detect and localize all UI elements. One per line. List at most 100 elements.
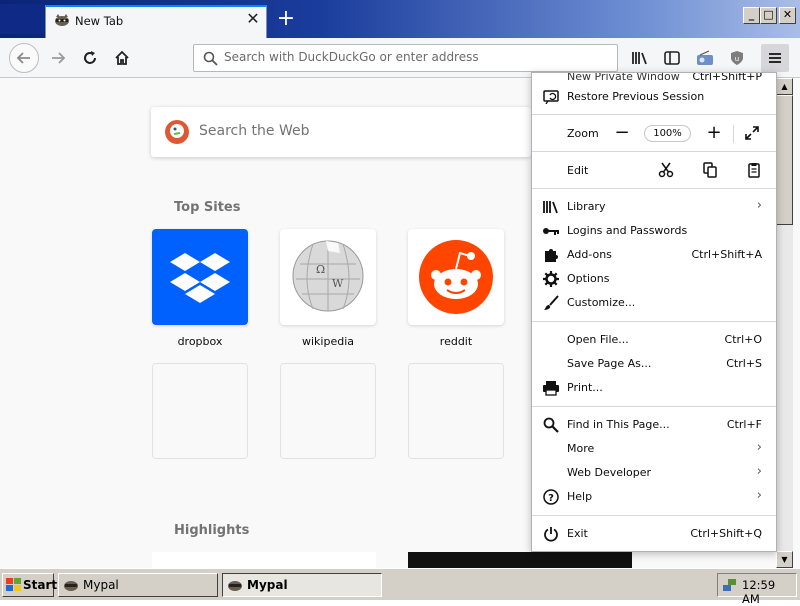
svg-text:Ω: Ω: [316, 263, 325, 276]
menu-item-open-file[interactable]: Open File... Ctrl+O: [532, 328, 776, 352]
back-button[interactable]: [9, 43, 39, 73]
reddit-alien-icon: [419, 240, 493, 314]
fullscreen-icon[interactable]: [744, 125, 760, 144]
mypal-raccoon-icon: [64, 581, 78, 591]
svg-text:W: W: [332, 277, 344, 290]
puzzle-icon: [542, 247, 560, 263]
scroll-up-icon[interactable]: ▲: [776, 78, 793, 95]
scroll-down-icon[interactable]: ▼: [776, 551, 793, 568]
shield-icon: u: [731, 51, 743, 65]
svg-text:u: u: [735, 55, 739, 63]
menu-item-logins[interactable]: Logins and Passwords: [532, 219, 776, 243]
menu-item-options[interactable]: Options: [532, 267, 776, 291]
media-button[interactable]: [693, 46, 717, 70]
menu-separator: [532, 406, 776, 407]
tab-close-icon[interactable]: ✕: [244, 10, 262, 28]
library-icon: [632, 52, 647, 65]
title-bar: New Tab ✕ + _ □ ✕: [0, 0, 800, 38]
menu-item-help[interactable]: ? Help ›: [532, 485, 776, 509]
top-site-tile-reddit[interactable]: [408, 229, 504, 325]
gear-icon: [542, 271, 560, 287]
minimize-button[interactable]: _: [743, 7, 760, 24]
key-icon: [542, 223, 560, 239]
printer-icon: [542, 380, 560, 396]
taskbar-task-mypal[interactable]: Mypal: [58, 573, 218, 597]
menu-separator: [532, 515, 776, 516]
reload-icon: [84, 51, 96, 64]
empty-top-site-tile[interactable]: [408, 363, 504, 459]
highlight-card[interactable]: [152, 552, 376, 568]
menu-divider: [733, 125, 734, 143]
start-button[interactable]: Start: [2, 573, 58, 597]
menu-item-restore-session[interactable]: Restore Previous Session: [532, 85, 776, 109]
back-arrow-icon: [16, 52, 30, 64]
clock: 12:59 AM: [742, 578, 776, 606]
menu-item-customize[interactable]: Customize...: [532, 291, 776, 315]
system-tray: 12:59 AM: [717, 573, 797, 606]
forward-button[interactable]: [43, 43, 73, 73]
taskbar-task-mypal-active[interactable]: Mypal: [222, 573, 382, 597]
empty-top-site-tile[interactable]: [280, 363, 376, 459]
menu-item-print[interactable]: Print...: [532, 376, 776, 400]
close-window-button[interactable]: ✕: [779, 7, 796, 24]
duckduckgo-icon: [165, 120, 189, 144]
reload-button[interactable]: [75, 43, 105, 73]
sidebar-button[interactable]: [660, 46, 684, 70]
search-placeholder: Search the Web: [199, 123, 310, 139]
restore-session-icon: [542, 89, 560, 105]
menu-separator: [532, 188, 776, 189]
web-search-box[interactable]: Search the Web: [151, 107, 531, 157]
maximize-button[interactable]: □: [760, 7, 777, 24]
menu-item-addons[interactable]: Add-ons Ctrl+Shift+A: [532, 243, 776, 267]
mypal-raccoon-icon: [228, 581, 242, 591]
menu-item-exit[interactable]: Exit Ctrl+Shift+Q: [532, 522, 776, 546]
windows-logo-icon: [6, 578, 21, 591]
menu-item-more[interactable]: More ›: [532, 437, 776, 461]
sidebar-icon: [664, 51, 680, 65]
dropbox-logo-icon: [170, 253, 230, 303]
menu-item-save-page[interactable]: Save Page As... Ctrl+S: [532, 352, 776, 376]
menu-item-library[interactable]: Library ›: [532, 195, 776, 219]
home-icon: [115, 50, 129, 65]
library-button[interactable]: [628, 46, 652, 70]
top-site-label: reddit: [439, 335, 473, 348]
menu-item-web-developer[interactable]: Web Developer ›: [532, 461, 776, 485]
mypal-raccoon-icon: [55, 14, 69, 26]
zoom-reset-button[interactable]: 100%: [644, 125, 691, 142]
chevron-right-icon: ›: [756, 464, 762, 479]
vertical-scrollbar[interactable]: ▲ ▼: [776, 78, 793, 568]
top-site-tile-wikipedia[interactable]: Ω W: [280, 229, 376, 325]
search-icon: [542, 417, 560, 433]
library-icon: [542, 199, 560, 215]
scrollbar-thumb[interactable]: [776, 95, 793, 225]
app-menu-area: [0, 4, 44, 34]
hamburger-menu-icon: [769, 53, 781, 63]
start-label: Start: [23, 578, 58, 592]
tab-new-tab[interactable]: New Tab ✕: [45, 5, 267, 38]
zoom-in-button[interactable]: +: [704, 122, 724, 146]
cut-icon[interactable]: [658, 162, 674, 181]
top-site-label: dropbox: [177, 335, 223, 348]
top-site-label: wikipedia: [301, 335, 354, 348]
forward-arrow-icon: [52, 52, 66, 64]
network-icon[interactable]: [722, 577, 738, 593]
paste-icon[interactable]: [746, 162, 762, 181]
home-button[interactable]: [107, 43, 137, 73]
paintbrush-icon: [542, 295, 560, 311]
search-icon: [203, 51, 218, 66]
top-site-tile-dropbox[interactable]: [152, 229, 248, 325]
ublock-button[interactable]: u: [725, 46, 749, 70]
menu-separator: [532, 114, 776, 115]
menu-item-find[interactable]: Find in This Page... Ctrl+F: [532, 413, 776, 437]
open-menu-button[interactable]: [761, 44, 789, 72]
help-icon: ?: [542, 489, 560, 505]
empty-top-site-tile[interactable]: [152, 363, 248, 459]
copy-icon[interactable]: [702, 162, 718, 181]
highlight-card-thumbnail[interactable]: [408, 552, 632, 568]
chevron-right-icon: ›: [756, 440, 762, 455]
url-input[interactable]: [224, 50, 604, 64]
menu-separator: [532, 151, 776, 152]
zoom-out-button[interactable]: −: [612, 122, 632, 146]
new-tab-button[interactable]: +: [272, 7, 300, 33]
address-bar[interactable]: [193, 44, 618, 72]
